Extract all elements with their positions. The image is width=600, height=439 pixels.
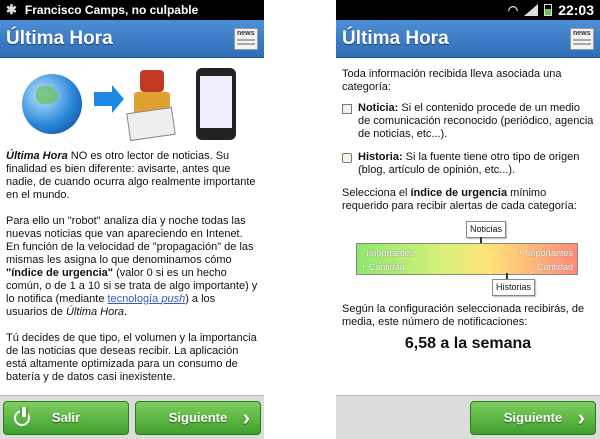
title-bar: Última Hora news <box>0 20 264 58</box>
categories-content: Toda información recibida lleva asociada… <box>336 58 600 356</box>
robot-icon <box>126 70 176 142</box>
newspaper-icon: news <box>570 27 594 50</box>
right-bottom-label: - Cantidad <box>531 262 573 272</box>
notifications-per-week: 6,58 a la semana <box>404 335 532 352</box>
app-title: Última Hora <box>6 27 113 49</box>
paragraph-robot: Para ello un "robot" analiza día y noche… <box>6 215 258 318</box>
signal-icon <box>524 4 539 16</box>
clock: 22:03 <box>558 2 594 18</box>
intro-content: Última Hora NO es otro lector de noticia… <box>0 58 264 403</box>
noticias-handle-label[interactable]: Noticias <box>466 221 507 238</box>
urgency-gradient-bar[interactable]: - Importantes + Cantidad + Importantes -… <box>356 243 578 275</box>
left-screen: ✱ Francisco Camps, no culpable Última Ho… <box>0 0 264 439</box>
notification-icon: ✱ <box>6 2 17 17</box>
power-icon <box>14 406 30 426</box>
right-top-label: + Importantes <box>517 248 573 258</box>
newspaper-icon: news <box>234 27 258 50</box>
title-bar: Última Hora news <box>336 20 600 58</box>
urgency-slider[interactable]: Noticias - Importantes + Cantidad + Impo… <box>342 217 594 297</box>
categories-intro: Toda información recibida lleva asociada… <box>342 68 562 93</box>
config-summary: Según la configuración seleccionada reci… <box>342 303 585 328</box>
bottom-action-bar: Salir Siguiente › <box>0 395 264 439</box>
exit-button[interactable]: Salir <box>3 400 129 435</box>
category-historia: Historia: Si la fuente tiene otro tipo d… <box>342 151 594 177</box>
category-noticia: Noticia: Si el contenido procede de un m… <box>342 102 594 141</box>
status-bar: ◠ 22:03 <box>336 0 600 20</box>
left-top-label: - Importantes <box>361 248 415 258</box>
globe-icon <box>22 74 82 134</box>
status-bar: ✱ Francisco Camps, no culpable <box>0 0 264 20</box>
left-bottom-label: + Cantidad <box>361 262 405 272</box>
paragraph-choice: Tú decides de que tipo, el volumen y la … <box>6 332 257 383</box>
speech-bubble-icon <box>342 153 352 163</box>
next-button[interactable]: Siguiente › <box>135 400 261 435</box>
arrow-right-icon <box>94 85 124 113</box>
next-button[interactable]: Siguiente › <box>470 400 596 435</box>
battery-icon <box>544 4 553 16</box>
paragraph-intro: Última Hora NO es otro lector de noticia… <box>6 150 256 201</box>
right-screen: ◠ 22:03 Última Hora news Toda informació… <box>336 0 600 439</box>
status-notification-text: Francisco Camps, no culpable <box>24 3 199 17</box>
wifi-icon: ◠ <box>507 3 519 17</box>
newspaper-small-icon <box>342 104 352 114</box>
chevron-right-icon: › <box>577 404 585 430</box>
historias-handle-label[interactable]: Historias <box>492 279 536 296</box>
hero-illustration <box>6 64 258 144</box>
app-title: Última Hora <box>342 27 449 49</box>
bottom-action-bar: Siguiente › <box>336 395 600 439</box>
push-technology-link[interactable]: tecnología push <box>108 293 186 305</box>
smartphone-icon <box>196 68 236 140</box>
chevron-right-icon: › <box>242 404 250 430</box>
urgency-instructions: Selecciona el índice de urgencia mínimo … <box>342 187 577 212</box>
